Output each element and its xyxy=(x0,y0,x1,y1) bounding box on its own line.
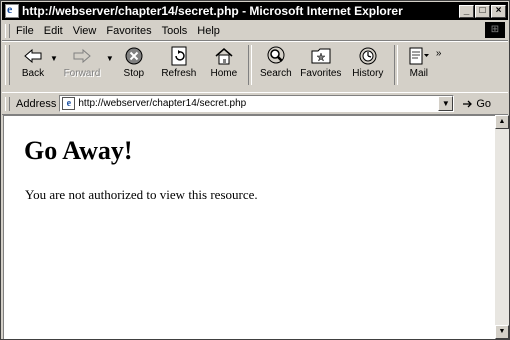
ie-logo-icon xyxy=(5,2,19,18)
menu-bar: File Edit View Favorites Tools Help ⊞ xyxy=(2,21,508,41)
close-button[interactable]: × xyxy=(491,4,506,18)
window-controls: _ □ × xyxy=(459,4,506,18)
maximize-button[interactable]: □ xyxy=(475,4,490,18)
window-title: http://webserver/chapter14/secret.php - … xyxy=(22,4,403,18)
mail-label: Mail xyxy=(409,68,429,79)
address-grip-icon[interactable] xyxy=(5,96,10,111)
refresh-label: Refresh xyxy=(161,68,197,79)
history-button[interactable]: History xyxy=(346,42,390,88)
mail-icon xyxy=(407,45,431,67)
address-input[interactable]: e http://webserver/chapter14/secret.php … xyxy=(59,95,455,112)
vertical-scrollbar[interactable]: ▲ ▼ xyxy=(495,115,509,339)
home-button[interactable]: Home xyxy=(204,42,244,88)
toolbar-separator-2 xyxy=(393,45,398,85)
home-icon xyxy=(212,45,236,67)
favorites-button[interactable]: Favorites xyxy=(296,42,346,88)
search-icon xyxy=(264,45,288,67)
address-dropdown-icon[interactable]: ▼ xyxy=(438,96,454,111)
address-url[interactable]: http://webserver/chapter14/secret.php xyxy=(78,98,246,109)
forward-label: Forward xyxy=(63,68,101,79)
address-bar: Address e http://webserver/chapter14/sec… xyxy=(2,92,508,115)
favorites-folder-icon xyxy=(309,45,333,67)
page-message: You are not authorized to view this reso… xyxy=(25,187,258,202)
favorites-label: Favorites xyxy=(300,68,342,79)
stop-button[interactable]: Stop xyxy=(114,42,154,88)
back-arrow-icon xyxy=(21,45,45,67)
scroll-up-icon[interactable]: ▲ xyxy=(495,115,509,129)
menu-file[interactable]: File xyxy=(16,25,34,37)
page-icon: e xyxy=(62,97,76,110)
forward-button[interactable]: Forward xyxy=(58,42,106,88)
menu-tools[interactable]: Tools xyxy=(162,25,188,37)
forward-arrow-icon xyxy=(70,45,94,67)
forward-dropdown-icon[interactable]: ▼ xyxy=(106,54,114,63)
menu-favorites[interactable]: Favorites xyxy=(106,25,151,37)
page-heading: Go Away! xyxy=(24,136,133,165)
mail-button[interactable]: Mail xyxy=(402,42,436,88)
menu-view[interactable]: View xyxy=(73,25,97,37)
windows-logo-icon: ⊞ xyxy=(485,22,505,38)
menu-grip-icon[interactable] xyxy=(5,23,10,38)
stop-label: Stop xyxy=(123,68,145,79)
back-dropdown-icon[interactable]: ▼ xyxy=(50,54,58,63)
toolbar-overflow-icon[interactable]: » xyxy=(436,48,442,59)
history-label: History xyxy=(352,68,384,79)
back-label: Back xyxy=(21,68,45,79)
stop-icon xyxy=(122,45,146,67)
refresh-icon xyxy=(167,45,191,67)
search-button[interactable]: Search xyxy=(256,42,296,88)
toolbar-separator xyxy=(247,45,252,85)
scroll-down-icon[interactable]: ▼ xyxy=(495,325,509,339)
go-arrow-icon xyxy=(463,100,473,107)
title-bar: http://webserver/chapter14/secret.php - … xyxy=(2,2,508,20)
search-label: Search xyxy=(260,68,292,79)
back-button[interactable]: Back xyxy=(16,42,50,88)
menu-help[interactable]: Help xyxy=(197,25,220,37)
refresh-button[interactable]: Refresh xyxy=(154,42,204,88)
page-viewport[interactable]: Go Away! You are not authorized to view … xyxy=(3,115,495,339)
go-label: Go xyxy=(476,97,492,110)
address-label: Address xyxy=(16,97,57,110)
go-button[interactable]: Go xyxy=(462,98,491,110)
toolbar-grip-icon[interactable] xyxy=(5,45,10,85)
browser-window: http://webserver/chapter14/secret.php - … xyxy=(0,0,510,340)
minimize-button[interactable]: _ xyxy=(459,4,474,18)
standard-toolbar: Back ▼ Forward ▼ Stop Refresh Home Searc… xyxy=(2,41,508,93)
menu-edit[interactable]: Edit xyxy=(44,25,63,37)
history-clock-icon xyxy=(356,45,380,67)
home-label: Home xyxy=(210,68,238,79)
